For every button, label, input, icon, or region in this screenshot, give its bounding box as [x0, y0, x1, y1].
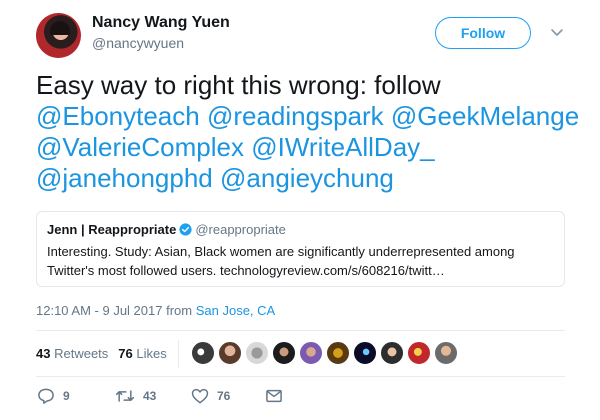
mention-link[interactable]: @readingspark: [207, 101, 384, 131]
liker-avatar[interactable]: [353, 341, 377, 365]
verified-badge-icon: [179, 223, 192, 236]
retweet-action[interactable]: 43: [114, 384, 156, 408]
envelope-icon: [266, 389, 282, 403]
mention-link[interactable]: @ValerieComplex: [36, 132, 244, 162]
tweet-line-2: @Ebonyteach @readingspark @GeekMelange: [36, 101, 579, 132]
liker-avatar[interactable]: [218, 341, 242, 365]
likes-count: 76: [118, 346, 133, 361]
tweet-text: Easy way to right this wrong: follow @Eb…: [36, 70, 579, 194]
like-action[interactable]: 76: [190, 384, 230, 408]
author-handle[interactable]: @nancywyuen: [92, 35, 184, 51]
quoted-tweet-text: Interesting. Study: Asian, Black women a…: [47, 242, 554, 280]
liker-avatar[interactable]: [407, 341, 431, 365]
retweet-count: 43: [143, 389, 157, 403]
quoted-text-line: Twitter's most followed users. technolog…: [47, 263, 445, 278]
mention-link[interactable]: @janehongphd: [36, 163, 213, 193]
tweet-time-date: 12:10 AM - 9 Jul 2017 from: [36, 303, 193, 318]
like-count: 76: [217, 389, 231, 403]
quoted-text-line: Interesting. Study: Asian, Black women a…: [47, 244, 515, 259]
likes-label: Likes: [136, 346, 167, 361]
liker-avatar[interactable]: [191, 341, 215, 365]
likes-stat[interactable]: 76 Likes: [118, 346, 166, 361]
tweet-location-link[interactable]: San Jose, CA: [196, 303, 276, 318]
direct-message-action[interactable]: [264, 384, 284, 408]
tweet-lead-text: Easy way to right this wrong: follow: [36, 70, 441, 100]
quoted-tweet-header: Jenn | Reappropriate @reappropriate: [47, 222, 554, 240]
tweet-actions: 9 43 76: [36, 384, 296, 408]
divider: [36, 376, 565, 377]
reply-action[interactable]: 9: [36, 384, 70, 408]
retweets-label: Retweets: [54, 346, 109, 361]
chevron-down-icon[interactable]: [549, 24, 565, 40]
author-avatar[interactable]: [36, 13, 81, 58]
reply-count: 9: [63, 389, 70, 403]
liker-avatar[interactable]: [272, 341, 296, 365]
reply-icon: [38, 388, 54, 404]
stats-separator: [178, 340, 179, 368]
mention-link[interactable]: @GeekMelange: [391, 101, 579, 131]
liker-avatar[interactable]: [245, 341, 269, 365]
liker-avatar[interactable]: [299, 341, 323, 365]
engagement-stats: 43 Retweets 76 Likes: [36, 346, 167, 361]
quoted-author-name: Jenn | Reappropriate: [47, 222, 177, 237]
liker-avatar[interactable]: [434, 341, 458, 365]
liker-avatar[interactable]: [380, 341, 404, 365]
liker-avatar[interactable]: [326, 341, 350, 365]
tweet-line-1: Easy way to right this wrong: follow: [36, 70, 576, 101]
retweets-stat[interactable]: 43 Retweets: [36, 346, 108, 361]
retweet-icon: [115, 390, 135, 402]
tweet-timestamp: 12:10 AM - 9 Jul 2017 from San Jose, CA: [36, 303, 275, 318]
mention-link[interactable]: @IWriteAllDay_: [251, 132, 434, 162]
divider: [36, 330, 565, 331]
follow-button[interactable]: Follow: [435, 17, 531, 49]
quoted-tweet-card[interactable]: Jenn | Reappropriate @reappropriate Inte…: [36, 211, 565, 287]
tweet-line-4: @janehongphd @angieychung: [36, 163, 576, 194]
retweets-count: 43: [36, 346, 51, 361]
quoted-author-handle: @reappropriate: [195, 222, 286, 237]
author-display-name[interactable]: Nancy Wang Yuen: [92, 14, 230, 32]
heart-icon: [191, 388, 209, 404]
tweet-line-3: @ValerieComplex @IWriteAllDay_: [36, 132, 576, 163]
mention-link[interactable]: @Ebonyteach: [36, 101, 200, 131]
mention-link[interactable]: @angieychung: [220, 163, 394, 193]
